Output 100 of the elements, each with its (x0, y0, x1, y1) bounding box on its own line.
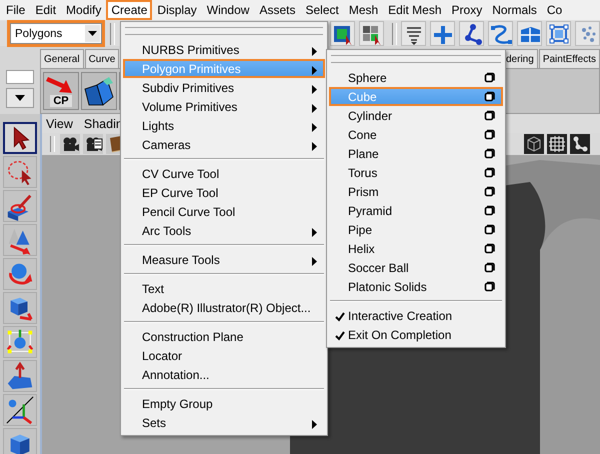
window-button[interactable] (517, 21, 542, 46)
bounding-box-button[interactable] (546, 21, 571, 46)
menu-bar-item[interactable]: Proxy (446, 0, 488, 20)
shelf-tool-button[interactable] (81, 72, 117, 110)
option-box-icon[interactable] (484, 129, 495, 140)
menu-bar-item[interactable]: Create (106, 0, 152, 20)
panel-menu[interactable]: View (46, 116, 79, 130)
plus-button[interactable] (430, 21, 455, 46)
option-box-icon[interactable] (484, 281, 495, 292)
layer-dropdown-button[interactable] (6, 88, 34, 108)
caret-icon (88, 31, 97, 36)
caret-icon (15, 95, 25, 101)
menu-item[interactable]: Volume Primitives (123, 97, 325, 116)
grid-select-button[interactable] (359, 21, 384, 46)
menu-item[interactable]: Sphere (329, 68, 503, 87)
shelf-tab[interactable]: dering (505, 49, 538, 68)
shelf-tab[interactable]: General (40, 49, 84, 68)
menu-bar-item[interactable]: Select (300, 0, 344, 20)
submenu-arrow-icon (312, 47, 317, 56)
camera-attributes-button[interactable] (83, 134, 103, 154)
menu-item[interactable]: Sets (123, 413, 325, 432)
shelf-tool-button[interactable]: CP (43, 72, 79, 110)
menu-item[interactable]: Interactive Creation (329, 306, 503, 325)
menu-item[interactable]: NURBS Primitives (123, 40, 325, 59)
menu-item[interactable]: Helix (329, 239, 503, 258)
particle-button[interactable] (575, 21, 600, 46)
bounding-box-icon (547, 22, 570, 45)
grid-button[interactable] (547, 134, 567, 154)
component-select-button[interactable] (330, 21, 355, 46)
menu-item[interactable]: Plane (329, 144, 503, 163)
menu-item[interactable]: Prism (329, 182, 503, 201)
menu-bar-item[interactable]: Mesh (344, 0, 384, 20)
submenu-arrow-icon (312, 142, 317, 151)
joint-button[interactable] (459, 21, 484, 46)
move-tool-button[interactable] (3, 224, 37, 256)
menu-item[interactable]: Empty Group (123, 394, 325, 413)
menu-bar-item[interactable]: Edit (30, 0, 62, 20)
menu-item[interactable]: Cone (329, 125, 503, 144)
option-box-icon[interactable] (484, 91, 495, 102)
grid-frame-icon (547, 135, 567, 153)
option-box-icon[interactable] (484, 110, 495, 121)
option-box-icon[interactable] (484, 72, 495, 83)
show-manipulator-tool-button[interactable] (3, 394, 37, 426)
menu-bar-item[interactable]: Modify (61, 0, 106, 20)
menu-set-dropdown[interactable]: Polygons (10, 23, 102, 44)
rotate-tool-button[interactable] (3, 258, 37, 290)
option-box-icon[interactable] (484, 243, 495, 254)
submenu-arrow-icon (312, 228, 317, 237)
menu-item[interactable]: Lights (123, 116, 325, 135)
submenu-arrow-icon (312, 66, 317, 75)
menu-item[interactable]: Torus (329, 163, 503, 182)
soft-modify-tool-button[interactable] (3, 360, 37, 392)
menu-item[interactable]: Arc Tools (123, 221, 325, 240)
menu-item[interactable]: Pyramid (329, 201, 503, 220)
soft-modify-tool-icon (5, 361, 35, 391)
menu-item[interactable]: Locator (123, 346, 325, 365)
option-box-icon[interactable] (484, 167, 495, 178)
menu-item[interactable]: Measure Tools (123, 250, 325, 269)
option-box-icon[interactable] (484, 148, 495, 159)
scale-tool-button[interactable] (3, 292, 37, 324)
menu-item[interactable]: EP Curve Tool (123, 183, 325, 202)
wireframe-button[interactable] (524, 134, 544, 154)
menu-item[interactable]: Adobe(R) Illustrator(R) Object... (123, 298, 325, 317)
curve-button[interactable] (488, 21, 513, 46)
camera-button[interactable] (60, 134, 80, 154)
joints-button[interactable] (570, 134, 590, 154)
paint-tool-button[interactable] (3, 190, 37, 222)
menu-item[interactable]: Cylinder (329, 106, 503, 125)
menu-item[interactable]: Soccer Ball (329, 258, 503, 277)
manipulator-tool-button[interactable] (3, 326, 37, 358)
shelf-tab[interactable]: Curve (84, 49, 120, 68)
polygon-planes-icon (83, 75, 115, 107)
menu-bar-item[interactable]: Display (152, 0, 202, 20)
menu-item[interactable]: Platonic Solids (329, 277, 503, 296)
menu-bar-item[interactable]: Window (202, 0, 254, 20)
menu-bar-item[interactable]: Assets (254, 0, 300, 20)
show-manipulator-tool-icon (5, 395, 35, 425)
cube-tool-button[interactable] (3, 428, 37, 454)
menu-item[interactable]: Construction Plane (123, 327, 325, 346)
menu-item[interactable]: Annotation... (123, 365, 325, 384)
menu-item[interactable]: Text (123, 279, 325, 298)
menu-bar-item[interactable]: Edit Mesh (383, 0, 447, 20)
menu-item[interactable]: CV Curve Tool (123, 164, 325, 183)
menu-item[interactable]: Pencil Curve Tool (123, 202, 325, 221)
option-box-icon[interactable] (484, 186, 495, 197)
filter-button[interactable] (401, 21, 426, 46)
menu-bar-item[interactable]: Co (542, 0, 568, 20)
layer-swatch (6, 70, 34, 84)
submenu-arrow-icon (312, 104, 317, 113)
menu-bar-item[interactable]: Normals (487, 0, 542, 20)
menu-bar-item[interactable]: File (1, 0, 30, 20)
shelf-tab[interactable]: PaintEffects (538, 49, 600, 68)
select-tool-button[interactable] (3, 122, 37, 154)
option-box-icon[interactable] (484, 224, 495, 235)
option-box-icon[interactable] (484, 205, 495, 216)
menu-item[interactable]: Subdiv Primitives (123, 78, 325, 97)
menu-item[interactable]: Exit On Completion (329, 325, 503, 344)
menu-item[interactable]: Pipe (329, 220, 503, 239)
option-box-icon[interactable] (484, 262, 495, 273)
lasso-tool-button[interactable] (3, 156, 37, 188)
